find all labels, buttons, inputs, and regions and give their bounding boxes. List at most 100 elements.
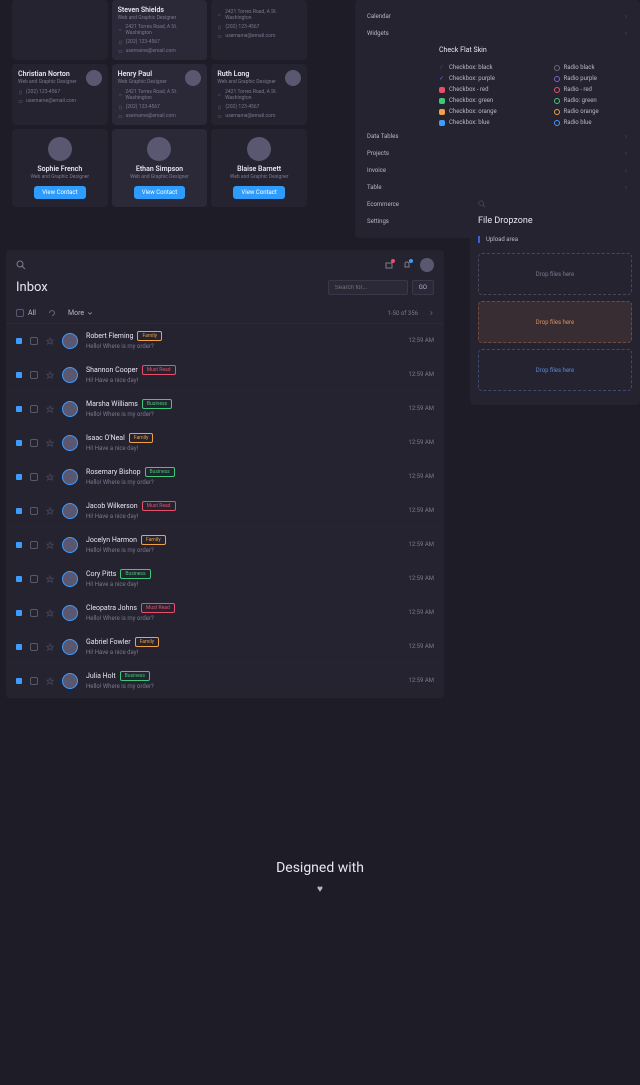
inbox-row[interactable]: Julia Holt Business Hello! Where is my o…: [6, 664, 444, 698]
star-icon[interactable]: [46, 473, 54, 481]
radio-option[interactable]: Radio purple: [554, 73, 629, 84]
config-row[interactable]: Data Tables: [367, 128, 628, 145]
radio-option[interactable]: Radio orange: [554, 106, 629, 117]
checkbox-label: Checkbox: green: [449, 97, 493, 104]
config-row[interactable]: Widgets: [367, 25, 628, 42]
contact-role: Web and Graphic Designer: [230, 174, 289, 180]
checkbox-option[interactable]: Checkbox: blue: [439, 117, 514, 128]
checkbox-option[interactable]: Checkbox: green: [439, 95, 514, 106]
star-icon[interactable]: [46, 677, 54, 685]
drop-area[interactable]: Drop files here: [478, 253, 632, 295]
config-row[interactable]: Invoice: [367, 162, 628, 179]
contact-card[interactable]: [12, 0, 108, 60]
pin-icon: [118, 93, 123, 98]
checkbox-option[interactable]: Checkbox: black: [439, 62, 514, 73]
contact-card[interactable]: Blaise Barnett Web and Graphic Designer …: [211, 129, 307, 207]
contact-name: Ruth Long: [217, 70, 276, 78]
star-icon[interactable]: [46, 575, 54, 583]
row-checkbox[interactable]: [30, 609, 38, 617]
contact-name: Blaise Barnett: [237, 165, 281, 173]
contact-address: 2421 Torres Road, A St. Washington: [118, 89, 202, 101]
view-contact-button[interactable]: View Contact: [233, 186, 284, 199]
row-checkbox[interactable]: [30, 677, 38, 685]
tag-badge: Business: [145, 467, 175, 477]
inbox-row[interactable]: Marsha Williams Business Hello! Where is…: [6, 392, 444, 426]
checkbox-option[interactable]: Checkbox: orange: [439, 106, 514, 117]
config-row[interactable]: Projects: [367, 145, 628, 162]
select-all[interactable]: All: [16, 309, 36, 317]
row-checkbox[interactable]: [30, 507, 38, 515]
contact-card[interactable]: 2421 Torres Road, A St. Washington (202)…: [211, 0, 307, 60]
radio-option[interactable]: Radio blue: [554, 117, 629, 128]
row-checkbox[interactable]: [30, 439, 38, 447]
row-checkbox[interactable]: [30, 643, 38, 651]
contact-card[interactable]: Christian Norton Web and Graphic Designe…: [12, 64, 108, 125]
more-dropdown[interactable]: More: [68, 309, 93, 317]
star-icon[interactable]: [46, 541, 54, 549]
search-input[interactable]: [328, 280, 408, 295]
avatar: [62, 503, 78, 519]
pin-icon: [217, 93, 222, 98]
radio-option[interactable]: Radio - red: [554, 84, 629, 95]
inbox-topbar: [6, 250, 444, 280]
row-checkbox[interactable]: [30, 575, 38, 583]
checkbox-option[interactable]: Checkbox - red: [439, 84, 514, 95]
star-icon[interactable]: [46, 439, 54, 447]
contact-address: 2421 Torres Road, A St. Washington: [217, 9, 301, 21]
star-icon[interactable]: [46, 507, 54, 515]
contact-card[interactable]: Ruth Long Web and Graphic Designer 2421 …: [211, 64, 307, 125]
cart-button[interactable]: [384, 260, 394, 270]
bell-button[interactable]: [402, 260, 412, 270]
message-preview: Hi! Have a nice day!: [86, 581, 400, 588]
inbox-row[interactable]: Rosemary Bishop Business Hello! Where is…: [6, 460, 444, 494]
inbox-row[interactable]: Isaac O'Neal Family Hi! Have a nice day!…: [6, 426, 444, 460]
contact-name: Sophie French: [37, 165, 82, 173]
chevron-right-icon[interactable]: [428, 310, 434, 316]
star-icon[interactable]: [46, 337, 54, 345]
view-contact-button[interactable]: View Contact: [134, 186, 185, 199]
contact-name: Ethan Simpson: [136, 165, 183, 173]
inbox-row[interactable]: Jocelyn Harmon Family Hello! Where is my…: [6, 528, 444, 562]
star-icon[interactable]: [46, 609, 54, 617]
star-icon[interactable]: [46, 405, 54, 413]
contact-card[interactable]: Sophie French Web and Graphic Designer V…: [12, 129, 108, 207]
row-checkbox[interactable]: [30, 337, 38, 345]
inbox-row[interactable]: Cory Pitts Business Hi! Have a nice day!…: [6, 562, 444, 596]
row-checkbox[interactable]: [30, 473, 38, 481]
inbox-row[interactable]: Shannon Cooper Must Read Hi! Have a nice…: [6, 358, 444, 392]
search-icon[interactable]: [16, 260, 26, 270]
contact-card[interactable]: Ethan Simpson Web and Graphic Designer V…: [112, 129, 208, 207]
star-icon[interactable]: [46, 643, 54, 651]
drop-area[interactable]: Drop files here: [478, 301, 632, 343]
inbox-row[interactable]: Jacob Wilkerson Must Read Hi! Have a nic…: [6, 494, 444, 528]
inbox-row[interactable]: Cleopatra Johns Must Read Hello! Where i…: [6, 596, 444, 630]
row-checkbox[interactable]: [30, 405, 38, 413]
contact-email: username@email.com: [217, 113, 301, 119]
radio-option[interactable]: Radio black: [554, 62, 629, 73]
contact-card[interactable]: Steven Shields Web and Graphic Designer …: [112, 0, 208, 60]
avatar[interactable]: [420, 258, 434, 272]
view-contact-button[interactable]: View Contact: [34, 186, 85, 199]
go-button[interactable]: GO: [412, 280, 434, 295]
checkbox-option[interactable]: Checkbox: purple: [439, 73, 514, 84]
config-row[interactable]: Calendar: [367, 8, 628, 25]
unread-marker: [16, 610, 22, 616]
inbox-row[interactable]: Gabriel Fowler Family Hi! Have a nice da…: [6, 630, 444, 664]
refresh-icon[interactable]: [48, 309, 56, 317]
inbox-toolbar: All More 1-50 of 356: [6, 303, 444, 324]
cart-icon: [384, 260, 394, 270]
search-icon[interactable]: [478, 200, 486, 208]
check-icon: [439, 76, 445, 82]
inbox-row[interactable]: Robert Fleming Family Hello! Where is my…: [6, 324, 444, 358]
row-checkbox[interactable]: [30, 371, 38, 379]
sender-name: Robert Fleming: [86, 332, 133, 340]
radio-option[interactable]: Radio: green: [554, 95, 629, 106]
message-time: 12:59 AM: [408, 473, 434, 480]
chevron-right-icon: [623, 151, 628, 156]
drop-area[interactable]: Drop files here: [478, 349, 632, 391]
star-icon[interactable]: [46, 371, 54, 379]
row-checkbox[interactable]: [30, 541, 38, 549]
message-preview: Hello! Where is my order?: [86, 343, 400, 350]
contact-card[interactable]: Henry Paul Web Graphic Designer 2421 Tor…: [112, 64, 208, 125]
inbox-title: Inbox: [16, 280, 48, 295]
